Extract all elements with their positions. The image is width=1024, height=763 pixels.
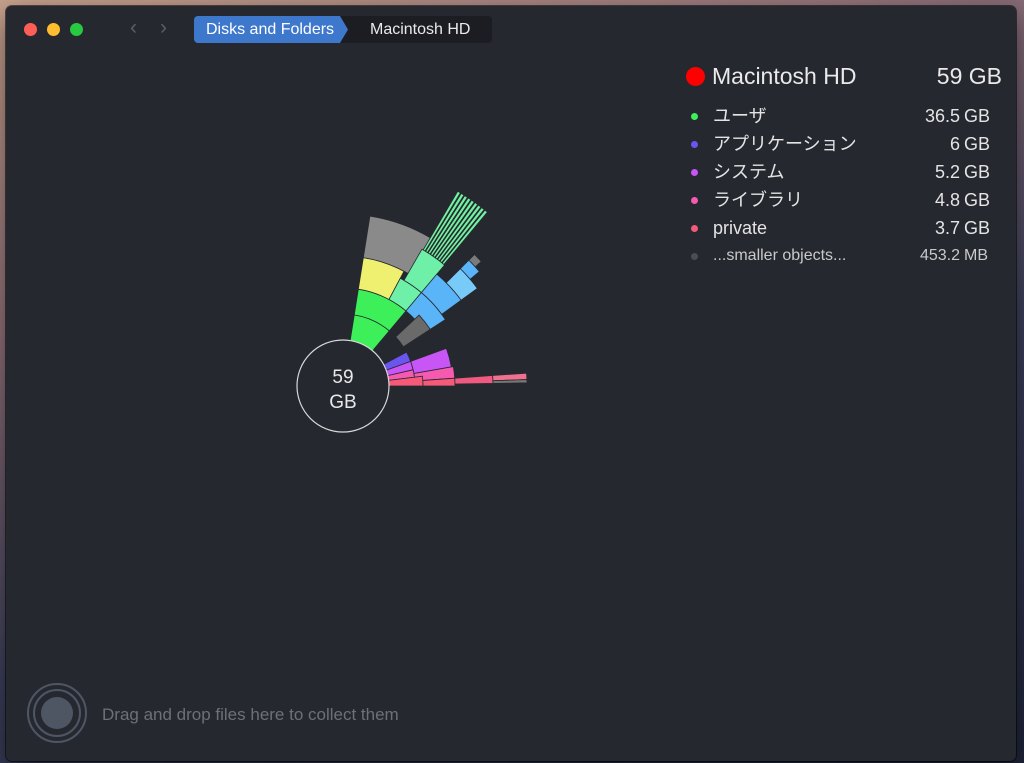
legend-item-value: 4.8	[934, 190, 960, 210]
legend-item[interactable]: システム 5.2 GB	[686, 158, 1002, 186]
collector-drop-icon[interactable]	[26, 682, 88, 744]
legend-item-unit: MB	[964, 247, 988, 264]
legend-item-unit: GB	[964, 218, 991, 238]
legend-color-dot	[691, 197, 698, 204]
legend-item-name: システム	[713, 162, 785, 182]
legend-color-dot	[691, 141, 698, 148]
legend-root[interactable]: Macintosh HD 59 GB	[686, 60, 1002, 92]
sunburst-segment[interactable]	[454, 375, 494, 385]
legend-item-name: アプリケーション	[713, 134, 857, 154]
legend-item-value: 3.7	[934, 218, 960, 238]
root-name: Macintosh HD	[712, 63, 857, 89]
legend-color-dot	[691, 113, 698, 120]
legend-color-dot	[691, 253, 698, 260]
legend-item[interactable]: private 3.7 GB	[686, 214, 1002, 242]
legend-item[interactable]: ...smaller objects... 453.2 MB	[686, 242, 1002, 270]
legend-item[interactable]: ユーザ 36.5 GB	[686, 102, 1002, 130]
legend-item[interactable]: アプリケーション 6 GB	[686, 130, 1002, 158]
legend-item-value: 453.2	[919, 247, 960, 264]
center-size-unit: GB	[329, 392, 357, 413]
legend-item-name: ライブラリ	[713, 190, 803, 210]
legend-item-unit: GB	[964, 162, 991, 182]
legend-item-name: private	[713, 218, 768, 238]
legend-item-name: ...smaller objects...	[713, 247, 847, 264]
root-color-dot	[686, 67, 705, 86]
legend-color-dot	[691, 225, 698, 232]
legend-item-unit: GB	[964, 106, 991, 126]
legend-item-unit: GB	[964, 190, 991, 210]
legend-item-name: ユーザ	[713, 106, 767, 126]
legend-item-value: 6	[949, 134, 960, 154]
legend-item-unit: GB	[964, 134, 991, 154]
root-size: 59 GB	[936, 63, 1002, 89]
legend-item-value: 36.5	[924, 106, 960, 126]
legend-color-dot	[691, 169, 698, 176]
legend-item-value: 5.2	[934, 162, 960, 182]
dropzone-hint: Drag and drop files here to collect them	[102, 705, 399, 724]
legend-item[interactable]: ライブラリ 4.8 GB	[686, 186, 1002, 214]
app-window: ‹ › Disks and Folders Macintosh HD 59 GB…	[6, 6, 1016, 761]
center-size-value: 59	[332, 367, 354, 388]
